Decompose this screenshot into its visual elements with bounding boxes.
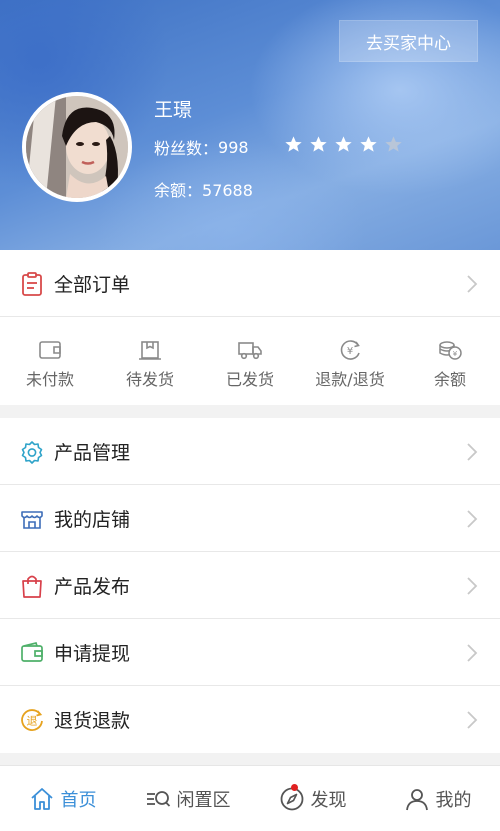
return-icon: 退	[21, 709, 43, 731]
truck-icon	[238, 342, 262, 360]
wallet-withdraw-icon	[21, 641, 43, 662]
coins-icon: ¥	[439, 341, 462, 360]
user-name: 王璟	[154, 99, 193, 121]
star-filled-icon	[285, 136, 302, 152]
menu-item-label: 产品发布	[54, 575, 131, 598]
chevron-right-icon	[467, 510, 478, 528]
gear-icon	[21, 441, 43, 464]
status-balance[interactable]: ¥ 余额	[402, 317, 498, 404]
tab-label: 发现	[310, 789, 347, 811]
bottom-tab-bar: 首页 闲置区 发现 我的	[0, 765, 500, 831]
status-label: 退款/退货	[315, 370, 385, 389]
buyer-center-button[interactable]: 去买家中心	[339, 20, 478, 62]
menu-item-withdraw[interactable]: 申请提现	[0, 619, 500, 686]
star-filled-icon	[310, 136, 327, 152]
status-label: 余额	[433, 370, 466, 389]
avatar[interactable]	[22, 92, 132, 202]
package-icon	[139, 341, 161, 360]
svg-text:¥: ¥	[347, 346, 353, 357]
menu-item-product-management[interactable]: 产品管理	[0, 418, 500, 485]
chevron-right-icon	[467, 577, 478, 595]
status-to-ship[interactable]: 待发货	[102, 317, 198, 404]
person-icon	[405, 788, 428, 810]
tab-mine[interactable]: 我的	[375, 766, 500, 831]
shop-icon	[21, 511, 43, 529]
star-filled-icon	[335, 136, 352, 152]
idle-list-icon	[146, 790, 170, 807]
chevron-right-icon	[467, 443, 478, 461]
profile-header: 去买家中心 王璟 粉丝数： 998 余额：57688	[0, 0, 500, 250]
star-empty-icon	[385, 136, 402, 152]
tab-discover[interactable]: 发现	[250, 766, 375, 831]
menu-item-product-publish[interactable]: 产品发布	[0, 552, 500, 619]
status-shipped[interactable]: 已发货	[202, 317, 298, 404]
tab-idle-zone[interactable]: 闲置区	[125, 766, 250, 831]
balance-row: 余额：57688	[154, 177, 253, 201]
fans-count-row: 粉丝数： 998	[154, 135, 249, 159]
menu-item-my-shop[interactable]: 我的店铺	[0, 485, 500, 552]
tab-label: 闲置区	[176, 789, 231, 811]
tab-label: 我的	[435, 789, 472, 811]
fans-count: 998	[218, 137, 249, 157]
status-label: 待发货	[125, 370, 174, 389]
all-orders-row[interactable]: 全部订单	[0, 250, 500, 317]
menu-item-label: 我的店铺	[54, 508, 131, 531]
orders-section: 全部订单 未付款 待发货 已发货 ¥ 退款/退货 ¥ 余额	[0, 250, 500, 405]
svg-text:¥: ¥	[453, 350, 458, 358]
star-filled-icon	[360, 136, 377, 152]
menu-item-label: 退货退款	[54, 710, 131, 732]
clipboard-icon	[22, 272, 42, 296]
all-orders-label: 全部订单	[54, 273, 131, 296]
wallet-icon	[39, 341, 61, 359]
shopping-bag-icon	[22, 575, 42, 598]
notification-badge-dot	[291, 784, 298, 791]
fans-label: 粉丝数：	[154, 139, 219, 158]
menu-item-label: 产品管理	[54, 441, 131, 464]
chevron-right-icon	[467, 275, 478, 293]
balance-value: 57688	[202, 181, 253, 200]
rating-stars	[284, 135, 403, 154]
order-status-bar: 未付款 待发货 已发货 ¥ 退款/退货 ¥ 余额	[0, 317, 500, 404]
return-icon-glyph: 退	[27, 715, 38, 728]
yen-refund-icon: ¥	[340, 340, 360, 360]
tab-label: 首页	[60, 789, 97, 811]
menu-section: 产品管理 我的店铺 产品发布 申请提现 退 退货退款	[0, 418, 500, 753]
balance-label: 余额：	[154, 181, 203, 200]
chevron-right-icon	[467, 644, 478, 662]
avatar-portrait-image	[26, 96, 128, 198]
menu-item-return-refund[interactable]: 退 退货退款	[0, 686, 500, 753]
status-refund[interactable]: ¥ 退款/退货	[302, 317, 398, 404]
chevron-right-icon	[467, 711, 478, 729]
status-unpaid[interactable]: 未付款	[2, 317, 98, 404]
home-icon	[30, 787, 53, 810]
tab-home[interactable]: 首页	[0, 766, 125, 831]
menu-item-label: 申请提现	[54, 642, 131, 665]
status-label: 未付款	[25, 370, 74, 389]
status-label: 已发货	[225, 370, 274, 389]
